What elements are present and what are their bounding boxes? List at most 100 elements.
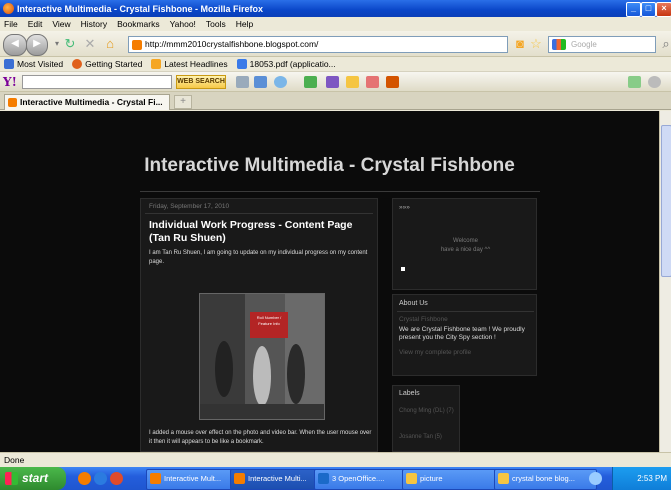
- bookmark-getting-started[interactable]: Getting Started: [72, 59, 142, 69]
- weather-icon[interactable]: [274, 76, 287, 88]
- post-photo: [200, 294, 324, 419]
- post-body-continued: I added a mouse over effect on the photo…: [149, 430, 372, 445]
- tab-bar: Interactive Multimedia - Crystal Fi... +: [0, 92, 671, 110]
- navigation-toolbar: ◀ ▶ ▾ ↻ ✕ ⌂ http://mmm2010crystalfishbon…: [0, 31, 671, 57]
- menu-yahoo[interactable]: Yahoo!: [170, 19, 196, 29]
- yahoo-logo-icon[interactable]: Y!: [3, 75, 17, 89]
- forward-button[interactable]: ▶: [26, 34, 48, 56]
- bookmark-most-visited[interactable]: Most Visited: [4, 59, 63, 69]
- shopping-icon[interactable]: [366, 76, 379, 88]
- label-link[interactable]: Chong Ming (DL) (7): [399, 407, 459, 415]
- about-us-widget: About Us Crystal Fishbone We are Crystal…: [392, 294, 537, 376]
- welcome-text: Welcome: [453, 238, 478, 244]
- music-icon[interactable]: [386, 76, 399, 88]
- messenger-icon[interactable]: [326, 76, 339, 88]
- bookmark-latest-headlines[interactable]: Latest Headlines: [151, 59, 228, 69]
- mail-icon[interactable]: [254, 76, 267, 88]
- menu-tools[interactable]: Tools: [206, 19, 226, 29]
- blog-page: Interactive Multimedia - Crystal Fishbon…: [0, 111, 659, 452]
- image-caption: Roll Number / Feature Info: [256, 315, 282, 326]
- labels-widget: Labels Chong Ming (DL) (7) Josanne Tan (…: [392, 385, 460, 452]
- yahoo-search-input[interactable]: [22, 75, 172, 89]
- firefox-icon: [3, 3, 14, 14]
- rss-icon[interactable]: ◙: [512, 36, 528, 52]
- menu-help[interactable]: Help: [236, 19, 253, 29]
- minimize-icon[interactable]: _: [626, 2, 641, 17]
- menu-bookmarks[interactable]: Bookmarks: [117, 19, 160, 29]
- firefox-icon: [72, 59, 83, 69]
- url-field[interactable]: http://mmm2010crystalfishbone.blogspot.c…: [128, 36, 508, 53]
- vertical-scrollbar[interactable]: [659, 111, 671, 452]
- menu-edit[interactable]: Edit: [28, 19, 43, 29]
- back-button[interactable]: ◀: [3, 34, 27, 56]
- about-description: We are Crystal Fishbone team ! We proudl…: [399, 326, 525, 341]
- new-tab-button[interactable]: +: [174, 95, 192, 109]
- system-tray: 2:53 PM: [612, 467, 671, 490]
- status-text: Done: [4, 455, 25, 465]
- url-text: http://mmm2010crystalfishbone.blogspot.c…: [145, 39, 319, 49]
- settings-icon[interactable]: [648, 76, 661, 88]
- blog-post: Friday, September 17, 2010 Individual Wo…: [140, 198, 378, 452]
- welcome-widget: »»» Welcome have a nice day ^^: [392, 198, 537, 290]
- scrollbar-thumb[interactable]: [661, 125, 671, 277]
- label-link[interactable]: Josanne Tan (5): [399, 434, 442, 440]
- tab-interactive-multimedia[interactable]: Interactive Multimedia - Crystal Fi...: [4, 94, 170, 110]
- blogger-favicon-icon: [8, 98, 17, 107]
- taskbar-button[interactable]: picture: [402, 469, 507, 490]
- menu-bar: File Edit View History Bookmarks Yahoo! …: [0, 17, 671, 31]
- openoffice-icon: [318, 473, 329, 484]
- post-title[interactable]: Individual Work Progress - Content Page …: [149, 219, 374, 245]
- search-icon[interactable]: ⌕: [658, 36, 671, 52]
- welcome-header: »»»: [399, 204, 410, 211]
- menu-history[interactable]: History: [81, 19, 107, 29]
- clock[interactable]: 2:53 PM: [637, 474, 667, 483]
- labels-header: Labels: [399, 390, 420, 397]
- maximize-icon[interactable]: □: [641, 2, 656, 17]
- bullet-icon: [401, 267, 405, 271]
- about-name-link[interactable]: Crystal Fishbone: [399, 316, 448, 323]
- about-divider: [397, 311, 534, 312]
- firefox-quicklaunch-icon[interactable]: [78, 472, 91, 485]
- start-button[interactable]: start: [0, 467, 66, 490]
- post-body: I am Tan Ru Shuen, I am going to update …: [149, 250, 368, 265]
- post-divider: [145, 213, 373, 214]
- home-icon[interactable]: ⌂: [102, 36, 118, 52]
- stop-icon[interactable]: ✕: [82, 36, 98, 52]
- windows-flag-icon: [5, 472, 18, 485]
- menu-file[interactable]: File: [4, 19, 18, 29]
- google-icon: [552, 39, 566, 50]
- folder-icon: [406, 473, 417, 484]
- ie-quicklaunch-icon[interactable]: [94, 472, 107, 485]
- firefox-icon: [234, 473, 245, 484]
- search-placeholder: Google: [571, 40, 597, 49]
- search-field[interactable]: Google: [548, 36, 656, 53]
- news-icon[interactable]: [304, 76, 317, 88]
- blog-title[interactable]: Interactive Multimedia - Crystal Fishbon…: [0, 155, 659, 177]
- header-divider: [140, 191, 540, 192]
- menu-view[interactable]: View: [52, 19, 70, 29]
- post-image[interactable]: Roll Number / Feature Info: [199, 293, 325, 420]
- bookmarks-toolbar: Most Visited Getting Started Latest Head…: [0, 57, 671, 72]
- taskbar-button[interactable]: crystal bone blog...: [494, 469, 597, 490]
- reload-icon[interactable]: ↻: [62, 36, 78, 52]
- toolbar-pencil-icon[interactable]: [236, 76, 249, 88]
- folder-icon: [498, 473, 509, 484]
- close-icon[interactable]: ×: [656, 2, 671, 17]
- yahoo-toolbar: Y! WEB SEARCH: [0, 72, 671, 92]
- blogger-favicon-icon: [132, 40, 142, 50]
- view-profile-link[interactable]: View my complete profile: [399, 349, 471, 356]
- media-quicklaunch-icon[interactable]: [110, 472, 123, 485]
- web-search-button[interactable]: WEB SEARCH: [176, 75, 226, 89]
- rss-feed-icon: [151, 59, 162, 69]
- bookmark-star-icon[interactable]: ☆: [528, 36, 544, 52]
- add-icon[interactable]: [628, 76, 641, 88]
- games-icon[interactable]: [346, 76, 359, 88]
- firefox-icon: [150, 473, 161, 484]
- status-bar: Done: [0, 452, 671, 467]
- bookmark-folder-icon: [4, 59, 14, 69]
- window-titlebar[interactable]: Interactive Multimedia - Crystal Fishbon…: [0, 0, 671, 17]
- language-bar-icon[interactable]: [589, 472, 602, 485]
- window-title: Interactive Multimedia - Crystal Fishbon…: [17, 3, 264, 14]
- windows-taskbar: start Interactive Mult... Interactive Mu…: [0, 467, 671, 490]
- bookmark-pdf[interactable]: 18053.pdf (applicatio...: [236, 59, 336, 69]
